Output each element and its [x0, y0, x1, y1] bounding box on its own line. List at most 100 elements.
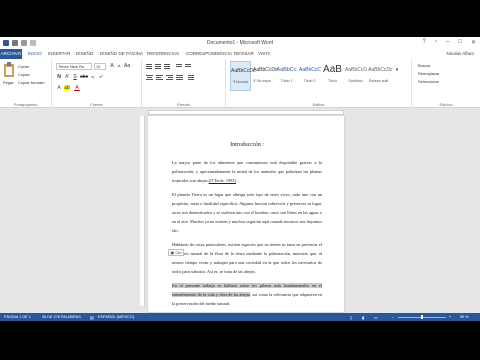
font-label: Fuente [90, 102, 103, 107]
styles-more-icon[interactable]: ▾ [394, 67, 400, 73]
style-preview: AaBbCc [276, 67, 297, 73]
cut-button[interactable]: Cortar [18, 64, 29, 69]
paragraph-group: Párrafo [142, 59, 226, 108]
paste-icon[interactable] [3, 62, 15, 78]
change-case-icon[interactable]: Aa [124, 63, 130, 69]
strikethrough-icon[interactable]: abc [80, 74, 88, 80]
paragraph-1[interactable]: La mayor parte de los alimentos que cons… [172, 158, 322, 185]
word-count[interactable]: 26 DE 276 PALABRAS [42, 315, 81, 319]
vertical-ruler [140, 116, 145, 306]
ribbon-tabs: ARCHIVO INICIO INSERTAR DISEÑO DISEÑO DE… [0, 49, 480, 59]
ribbon: Pegar Cortar Copiar Copiar formato Porta… [0, 59, 480, 108]
clipboard-label: Portapapeles [13, 102, 38, 107]
style-preview: AaB [323, 64, 342, 75]
zoom-out-icon[interactable]: – [392, 315, 394, 319]
style-name: Título [328, 79, 337, 83]
web-layout-icon[interactable]: ▭ [374, 315, 378, 320]
paragraph-4[interactable]: En el presente trabajo se hablará sobre … [172, 281, 322, 308]
page-count[interactable]: PÁGINA 1 DE 1 [4, 315, 31, 319]
zoom-in-icon[interactable]: + [449, 315, 451, 319]
paste-options-label: Ctrl [175, 250, 182, 255]
paragraph-label: Párrafo [176, 102, 191, 107]
help-icon[interactable]: ? [423, 39, 426, 46]
tab-page-layout[interactable]: DISEÑO DE PÁGINA [100, 51, 143, 56]
style-preview: AaBbCcDc [253, 67, 278, 73]
tab-view[interactable]: VISTA [258, 51, 271, 56]
word-window: Documento1 - Microsoft Word ? ▫ – □ ✕ AR… [0, 37, 480, 321]
underline-icon[interactable]: S [72, 74, 78, 80]
minimize-button[interactable]: – [446, 39, 449, 46]
bold-icon[interactable]: N [56, 74, 62, 80]
style-name: Énfasis sutil [368, 79, 389, 83]
document-page[interactable]: Introducción : La mayor parte de los ali… [148, 116, 344, 312]
copy-button[interactable]: Copiar [18, 72, 30, 77]
user-name[interactable]: Nicolas Alfaro [446, 51, 474, 56]
editing-group: Buscar Reemplazar Seleccionar Edición [412, 59, 480, 108]
styles-group: AaBbCcDc ¶ Normal AaBbCcDc ¶ Sin espa... A… [226, 59, 412, 108]
font-color-icon[interactable]: A [74, 85, 80, 91]
style-subtitle[interactable]: AaBbCcD Subtítulo [345, 61, 367, 91]
language-indicator[interactable]: ESPAÑOL (MÉXICO) [98, 315, 134, 319]
styles-label: Estilos [312, 102, 325, 107]
text-effects-icon[interactable]: A [56, 85, 62, 91]
horizontal-ruler [0, 109, 480, 116]
style-title[interactable]: AaB Título [322, 61, 343, 91]
close-button[interactable]: ✕ [471, 39, 476, 46]
tab-insert[interactable]: INSERTAR [48, 51, 70, 56]
highlight-icon[interactable]: ab [64, 85, 70, 91]
read-mode-icon[interactable]: ▯ [350, 315, 352, 320]
zoom-level[interactable]: 90 % [460, 315, 469, 319]
format-painter-button[interactable]: Copiar formato [18, 80, 44, 85]
tab-file[interactable]: ARCHIVO [0, 49, 22, 59]
style-name: Subtítulo [348, 79, 363, 83]
style-preview: AaBbCcC [299, 67, 321, 73]
italic-icon[interactable]: K [64, 74, 70, 80]
style-name: ¶ Normal [233, 80, 248, 84]
style-preview: AaBbCcDc [368, 67, 393, 73]
find-button[interactable]: Buscar [418, 63, 430, 68]
zoom-slider-thumb[interactable] [421, 315, 423, 319]
style-heading-1[interactable]: AaBbCc Título 1 [276, 61, 297, 91]
style-no-spacing[interactable]: AaBbCcDc ¶ Sin espa... [253, 61, 278, 91]
proofing-icon[interactable]: ▤ [90, 315, 94, 320]
editing-label: Edición [439, 102, 453, 107]
print-layout-icon[interactable]: ▮ [362, 315, 364, 320]
select-button[interactable]: Seleccionar [418, 79, 439, 84]
ruler-bar[interactable] [148, 110, 344, 115]
font-size-combo[interactable]: 12 [94, 63, 106, 70]
paragraph-1-text: La mayor parte de los alimentos que cons… [172, 160, 322, 183]
maximize-button[interactable]: □ [458, 39, 462, 46]
style-preview: AaBbCcDc [231, 68, 256, 74]
document-heading[interactable]: Introducción : [172, 141, 322, 150]
document-body[interactable]: Introducción : La mayor parte de los ali… [172, 141, 322, 313]
paragraph-2[interactable]: El planeta Tierra es un lugar que alberg… [172, 190, 322, 235]
tab-review[interactable]: REVISAR [234, 51, 254, 56]
shrink-font-icon[interactable]: A [116, 63, 122, 69]
font-name-combo[interactable]: Times New Ro [56, 63, 92, 70]
style-name: Título 1 [280, 79, 293, 83]
style-name: Título 2 [303, 79, 316, 83]
style-subtle-emphasis[interactable]: AaBbCcDc Énfasis sutil [368, 61, 393, 91]
subscript-icon[interactable]: x₂ [90, 74, 96, 80]
paste-button[interactable]: Pegar [3, 80, 14, 85]
paragraph-buttons-icon[interactable] [146, 63, 222, 87]
citation-link[interactable]: (O'Toole, 1993) [209, 178, 236, 183]
clipboard-icon: ▣ [170, 250, 175, 255]
status-bar: PÁGINA 1 DE 1 26 DE 276 PALABRAS ▤ ESPAÑ… [0, 313, 480, 321]
tab-design[interactable]: DISEÑO [76, 51, 93, 56]
tab-home[interactable]: INICIO [28, 51, 42, 56]
style-normal[interactable]: AaBbCcDc ¶ Normal [230, 61, 256, 91]
style-heading-2[interactable]: AaBbCcC Título 2 [299, 61, 321, 91]
ribbon-options-icon[interactable]: ▫ [435, 39, 437, 46]
tab-references[interactable]: REFERENCIAS [147, 51, 179, 56]
paste-options-button[interactable]: ▣ Ctrl [168, 249, 184, 256]
grow-font-icon[interactable]: A [109, 63, 115, 69]
paragraph-3[interactable]: Hablando de casos particulares, existen … [172, 240, 322, 276]
superscript-icon[interactable]: x² [98, 74, 104, 80]
font-group: Times New Ro 12 A A Aa N K S abc x₂ x² A… [52, 59, 142, 108]
clipboard-group: Pegar Cortar Copiar Copiar formato Porta… [0, 59, 52, 108]
replace-button[interactable]: Reemplazar [418, 71, 440, 76]
style-preview: AaBbCcD [345, 67, 367, 73]
tab-mailings[interactable]: CORRESPONDENCIA [186, 51, 232, 56]
title-bar: Documento1 - Microsoft Word ? ▫ – □ ✕ [0, 37, 480, 49]
